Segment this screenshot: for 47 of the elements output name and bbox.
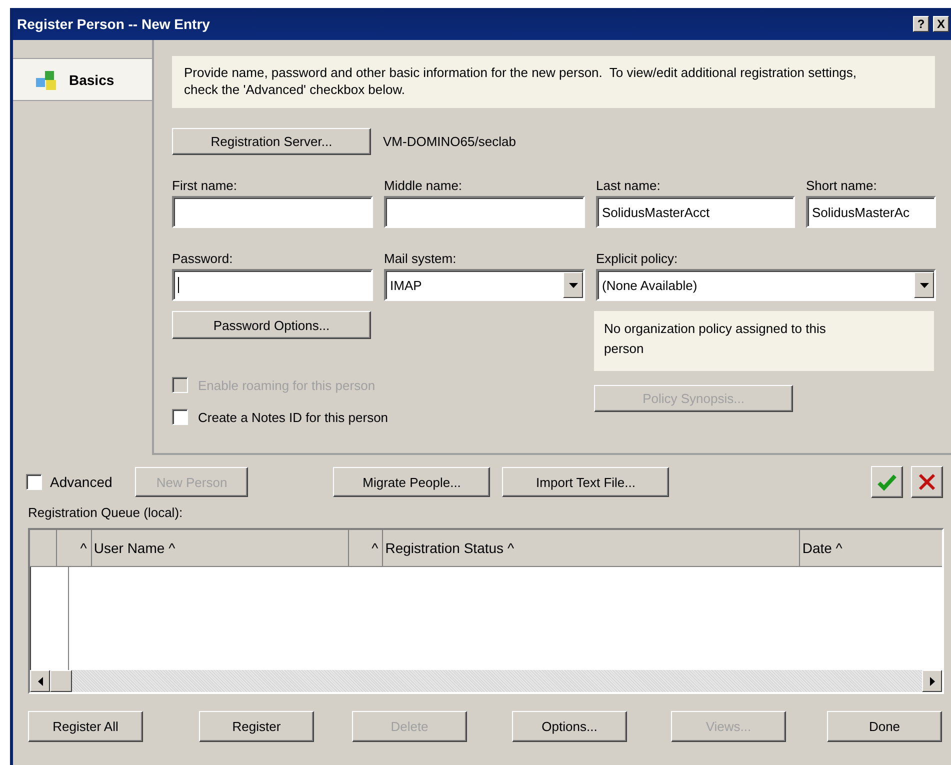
password-options-button[interactable]: Password Options... (172, 311, 371, 339)
checkbox[interactable] (172, 409, 188, 425)
footer-button[interactable]: Options... (512, 711, 627, 742)
close-icon (918, 473, 936, 491)
field-label: Last name: (596, 177, 662, 195)
action-button[interactable]: Import Text File... (502, 467, 670, 497)
checkbox-label: Create a Notes ID for this person (198, 410, 388, 424)
policy-note: No organization policy assigned to this person (594, 311, 934, 371)
name-field[interactable]: SolidusMasterAcct (596, 196, 795, 228)
close-button[interactable]: X (933, 16, 949, 32)
column-header[interactable]: Registration Status ^ (383, 530, 800, 566)
name-field[interactable] (384, 196, 585, 228)
password-field[interactable] (172, 269, 373, 301)
footer-button[interactable]: Done (827, 711, 942, 742)
field-label: Middle name: (384, 177, 464, 195)
server-name: VM-DOMINO65/seclab (383, 134, 516, 149)
name-field[interactable] (172, 196, 373, 228)
sidebar-tab[interactable]: Basics (13, 58, 152, 101)
field-label: First name: (172, 177, 238, 195)
right-arrow-icon (930, 676, 934, 686)
field-label: Short name: (806, 177, 878, 195)
blocks-icon (35, 68, 59, 90)
help-button[interactable]: ? (913, 16, 929, 32)
policy-dropdown[interactable]: (None Available) (596, 269, 936, 301)
queue-label: Registration Queue (local): (27, 505, 184, 520)
registration-server-button[interactable]: Registration Server... (172, 128, 371, 155)
mail-system-dropdown[interactable]: IMAP (384, 269, 585, 301)
scroll-left-button[interactable] (30, 670, 50, 692)
scroll-thumb[interactable] (50, 670, 72, 692)
name-field[interactable]: SolidusMasterAc (806, 196, 936, 228)
field-label: Explicit policy: (596, 250, 679, 268)
footer-button[interactable]: Register (199, 711, 314, 742)
field-label: Password: (172, 250, 234, 268)
scroll-right-button[interactable] (922, 670, 942, 692)
checkbox-label: Advanced (50, 474, 112, 490)
left-arrow-icon (38, 676, 42, 686)
info-text: Provide name, password and other basic information for the new person. To view/edit additional registration settings, check the 'Advanced' checkbox below. (172, 56, 935, 108)
field-label: Mail system: (384, 250, 458, 268)
checkbox[interactable] (26, 474, 42, 490)
confirm-button[interactable] (871, 466, 903, 498)
check-icon (877, 473, 897, 491)
footer-button[interactable]: Register All (28, 711, 143, 742)
window-title: Register Person -- New Entry (17, 16, 211, 32)
column-header[interactable]: User Name ^ (92, 530, 350, 566)
action-button[interactable]: Migrate People... (333, 467, 490, 497)
column-header[interactable]: Date ^ (800, 530, 942, 566)
cancel-button[interactable] (911, 466, 943, 498)
